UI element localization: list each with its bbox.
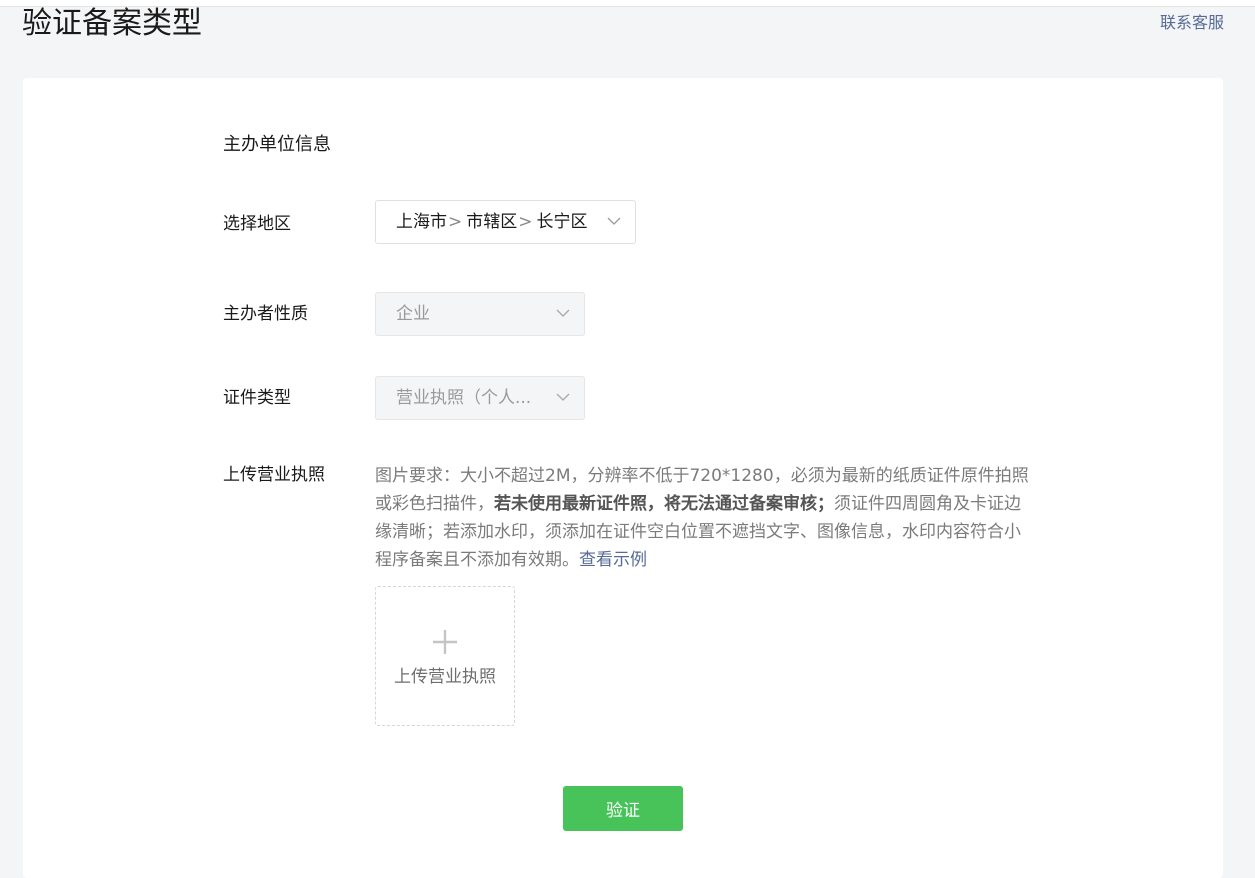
plus-icon — [433, 630, 457, 654]
region-separator-icon: > — [448, 212, 463, 232]
region-label: 选择地区 — [223, 214, 291, 234]
certificate-type-label: 证件类型 — [223, 388, 291, 408]
region-district: 长宁区 — [536, 212, 588, 232]
chevron-down-icon — [556, 393, 570, 401]
upload-button-label: 上传营业执照 — [394, 667, 496, 687]
upload-requirements: 图片要求：大小不超过2M，分辨率不低于720*1280，必须为最新的纸质证件原件… — [375, 462, 1030, 574]
region-city: 市辖区 — [466, 212, 518, 232]
organizer-type-label: 主办者性质 — [223, 304, 308, 324]
section-title: 主办单位信息 — [223, 134, 331, 155]
certificate-type-select[interactable]: 营业执照（个人... — [375, 376, 585, 420]
organizer-type-select[interactable]: 企业 — [375, 292, 585, 336]
region-province: 上海市 — [396, 212, 447, 232]
region-select[interactable]: 上海市> 市辖区> 长宁区 — [375, 200, 636, 244]
organizer-type-value: 企业 — [396, 304, 430, 324]
region-value: 上海市> 市辖区> 长宁区 — [396, 201, 588, 243]
region-separator-icon: > — [518, 212, 533, 232]
chevron-down-icon — [607, 217, 621, 225]
form-card: 主办单位信息 选择地区 上海市> 市辖区> 长宁区 主办者性质 企业 证件类型 营业… — [23, 78, 1223, 878]
verify-button[interactable]: 验证 — [563, 786, 683, 831]
chevron-down-icon — [556, 309, 570, 317]
upload-license-label: 上传营业执照 — [223, 465, 325, 485]
upload-license-button[interactable]: 上传营业执照 — [375, 586, 515, 726]
view-example-link[interactable]: 查看示例 — [579, 550, 647, 570]
requirements-warning: 若未使用最新证件照，将无法通过备案审核； — [494, 494, 834, 514]
certificate-type-value: 营业执照（个人... — [396, 388, 532, 408]
page-title: 验证备案类型 — [22, 6, 202, 41]
contact-support-link[interactable]: 联系客服 — [1160, 12, 1224, 34]
